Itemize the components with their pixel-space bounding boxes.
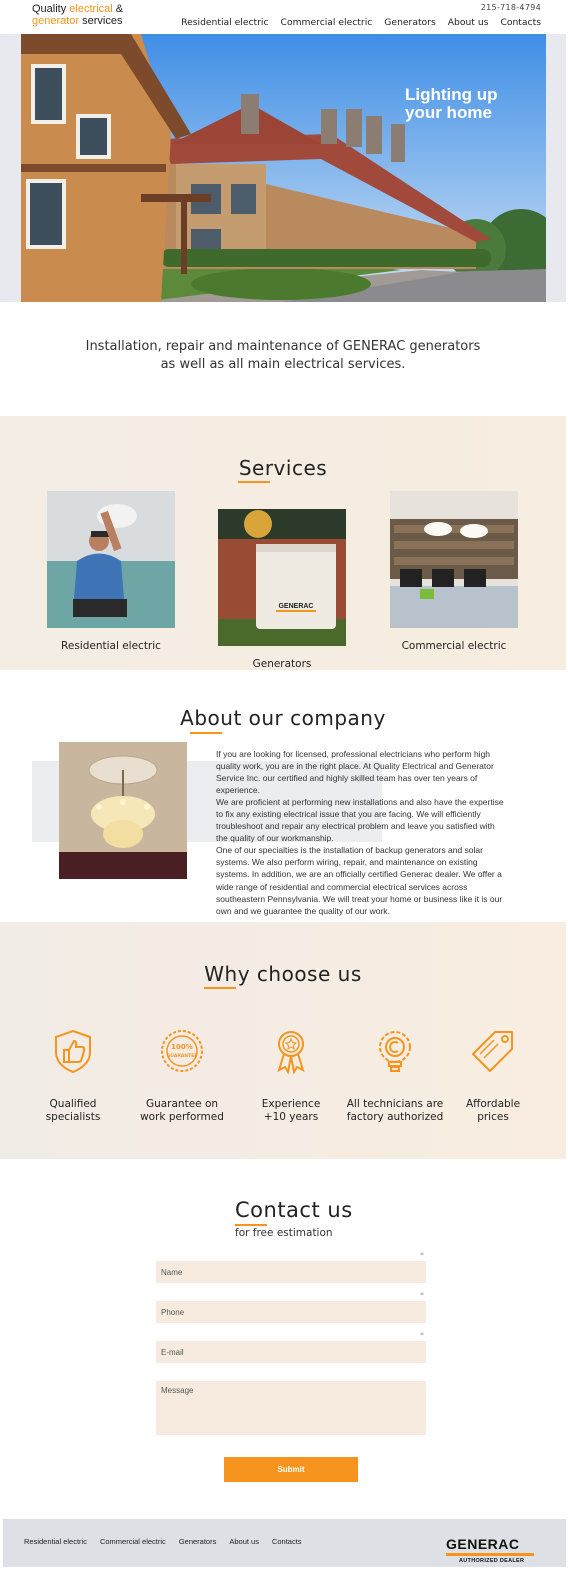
service-card-residential[interactable]: Residential electric	[47, 491, 175, 652]
residential-electric-photo	[47, 491, 175, 628]
site-logo[interactable]: Quality electrical & generator services	[32, 3, 123, 27]
feature-label: Experience +10 years	[261, 1098, 321, 1123]
logo-text-electrical: electrical	[69, 3, 113, 15]
about-paragraph: One of our specialties is the installati…	[216, 845, 503, 916]
feature-affordable: Affordable prices	[438, 1028, 548, 1124]
feature-label: Affordable prices	[465, 1098, 521, 1123]
generac-brand-bar	[446, 1553, 534, 1556]
message-textarea[interactable]	[156, 1381, 426, 1435]
hero-title: Lighting up your home	[405, 85, 498, 122]
about-title: About our company	[180, 706, 386, 730]
hero-banner: Lighting up your home	[21, 34, 546, 302]
logo-text-quality: Quality	[32, 3, 70, 15]
services-section: Services Residential electric GENERAC Ge…	[0, 416, 566, 670]
generac-brand: GENERAC	[446, 1536, 520, 1552]
lightbulb-gear-icon	[379, 1031, 411, 1072]
nav-residential-electric[interactable]: Residential electric	[181, 17, 268, 28]
about-paragraph: We are proficient at performing new inst…	[216, 797, 504, 844]
site-header: Quality electrical & generator services …	[0, 0, 568, 34]
logo-text-amp: &	[112, 3, 124, 15]
award-ribbon-icon	[277, 1031, 305, 1074]
price-tag-icon	[472, 1031, 513, 1072]
about-paragraph: If you are looking for licensed, profess…	[216, 749, 494, 796]
feature-label: Guarantee on work performed	[140, 1098, 224, 1123]
service-label-commercial: Commercial electric	[401, 640, 507, 652]
footer-nav-generators[interactable]: Generators	[179, 1537, 217, 1546]
service-card-commercial[interactable]: Commercial electric	[390, 491, 518, 652]
about-title-underline	[190, 732, 222, 734]
logo-text-generator: generator	[32, 15, 80, 27]
badge-percent-text: 100%	[171, 1043, 193, 1051]
feature-experience: Experience +10 years	[236, 1028, 346, 1124]
commercial-electric-photo	[390, 491, 518, 628]
phone-input[interactable]	[156, 1301, 426, 1323]
service-label-generators: Generators	[252, 658, 312, 670]
service-label-residential: Residential electric	[61, 640, 161, 652]
generators-photo: GENERAC	[218, 509, 346, 646]
generac-dealer-logo[interactable]: GENERAC AUTHORIZED DEALER	[446, 1536, 534, 1564]
generator-brand-mark: GENERAC	[278, 603, 313, 610]
submit-button[interactable]: Submit	[224, 1457, 358, 1482]
footer-nav-residential-electric[interactable]: Residential electric	[24, 1537, 87, 1546]
feature-label: All technicians are factory authorized	[346, 1098, 444, 1123]
why-title: Why choose us	[204, 962, 362, 986]
about-text: If you are looking for licensed, profess…	[216, 748, 506, 917]
footer-nav: Residential electric Commercial electric…	[24, 1537, 302, 1546]
required-mark: *	[420, 1291, 424, 1300]
services-title: Services	[238, 456, 328, 480]
nav-commercial-electric[interactable]: Commercial electric	[281, 17, 373, 28]
required-mark: *	[420, 1251, 424, 1260]
services-title-underline	[238, 481, 270, 483]
guarantee-badge-icon: 100% GUARANTEE	[161, 1030, 203, 1072]
why-title-underline	[204, 987, 236, 989]
nav-generators[interactable]: Generators	[384, 17, 435, 28]
feature-guarantee: 100% GUARANTEE Guarantee on work perform…	[127, 1028, 237, 1124]
service-card-generators[interactable]: GENERAC Generators	[218, 509, 346, 670]
footer-nav-about-us[interactable]: About us	[229, 1537, 259, 1546]
contact-title: Contact us	[235, 1198, 353, 1222]
intro-text: Installation, repair and maintenance of …	[85, 339, 481, 372]
phone-number[interactable]: 215-718-4794	[481, 3, 541, 12]
name-input[interactable]	[156, 1261, 426, 1283]
contact-subtitle: for free estimation	[235, 1227, 333, 1239]
required-mark: *	[420, 1331, 424, 1340]
email-input[interactable]	[156, 1341, 426, 1363]
why-section: Why choose us Qualified specialists 100%…	[0, 922, 566, 1159]
nav-contacts[interactable]: Contacts	[500, 17, 541, 28]
footer-nav-commercial-electric[interactable]: Commercial electric	[100, 1537, 166, 1546]
feature-authorized: All technicians are factory authorized	[340, 1028, 450, 1124]
main-nav: Residential electric Commercial electric…	[181, 17, 541, 28]
contact-title-underline	[235, 1224, 267, 1226]
nav-about-us[interactable]: About us	[448, 17, 489, 28]
feature-qualified: Qualified specialists	[18, 1028, 128, 1124]
hero-house-illustration	[21, 34, 546, 302]
authorized-dealer-text: AUTHORIZED DEALER	[459, 1558, 525, 1564]
logo-text-services: services	[79, 15, 123, 27]
footer-nav-contacts[interactable]: Contacts	[272, 1537, 302, 1546]
site-footer: Residential electric Commercial electric…	[3, 1519, 566, 1567]
badge-guarantee-text: GUARANTEE	[167, 1053, 198, 1059]
shield-thumbs-up-icon	[55, 1029, 91, 1074]
feature-label: Qualified specialists	[45, 1098, 101, 1123]
chandelier-photo	[59, 742, 187, 879]
